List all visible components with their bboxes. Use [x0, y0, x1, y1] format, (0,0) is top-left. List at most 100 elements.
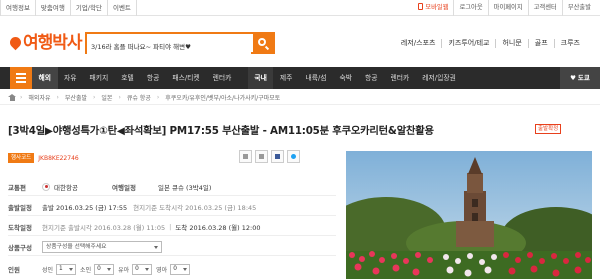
row-people: 인원 성인 1 소인 0 유아 0 영아 0 — [8, 260, 336, 278]
menu-icon-line — [16, 81, 26, 83]
nav-lodging[interactable]: 숙박 — [333, 67, 359, 89]
nav-domestic[interactable]: 국내 — [247, 67, 274, 89]
top-link-mypage[interactable]: 마이페이지 — [487, 0, 528, 16]
departure-confirmed-badge: 출발확정 — [535, 124, 562, 134]
cat-leisure-sports[interactable]: 레저/스포츠 — [395, 39, 442, 48]
option-label: 상품구성 — [8, 243, 32, 252]
adult-select[interactable]: 1 — [56, 263, 77, 275]
child-select[interactable]: 0 — [94, 263, 115, 275]
breadcrumb: › 해외자유 › 부산출발 › 일본 › 큐슈 항공 › 후쿠오카/유후인/벳부… — [0, 91, 600, 105]
airline-name: 대한항공 — [54, 183, 78, 192]
infant-label: 유아 — [118, 266, 130, 274]
cat-kids-tour[interactable]: 키즈투어/테교 — [441, 39, 495, 48]
product-photo — [346, 151, 592, 279]
divider: | — [169, 222, 172, 231]
nav-overseas[interactable]: 해외 — [32, 67, 58, 89]
transport-label: 교통편 — [8, 183, 26, 192]
email-icon[interactable] — [255, 150, 268, 163]
top-right-links: 모바일웹 로그아웃 마이페이지 고객센터 부산출발 — [413, 0, 596, 16]
depart-label: 출발일정 — [8, 203, 32, 212]
row-arrival: 도착일정 현지기준 출발시각 2016.03.28 (월) 11:05 | 도착… — [8, 218, 336, 236]
nav-leisure-tickets[interactable]: 레저/입장권 — [416, 67, 463, 89]
search-input[interactable] — [87, 37, 251, 55]
top-left-links: 여행정보 맞춤여행 기업/학단 이벤트 — [0, 0, 137, 16]
nav-region-selector[interactable]: ♥ 도쿄 — [560, 67, 600, 89]
product-code-label: 행사코드 — [8, 153, 35, 163]
nav-hotel[interactable]: 호텔 — [115, 67, 141, 89]
baby-count: 영아 0 — [156, 263, 191, 275]
nav-flight[interactable]: 항공 — [140, 67, 166, 89]
row-departure: 출발일정 출발 2016.03.25 (금) 17:55 현지기준 도착시각 2… — [8, 198, 336, 216]
nav-jeju[interactable]: 제주 — [273, 67, 299, 89]
breadcrumb-item[interactable]: 후쿠오카/유후인/벳부/아소/나가사키/구마모토 — [159, 93, 286, 102]
logo-text: 여행박사 — [23, 33, 83, 53]
location-pin-icon — [7, 34, 24, 51]
breadcrumb-item[interactable]: 해외자유 — [22, 93, 56, 102]
nav-domestic-rentcar[interactable]: 렌터카 — [384, 67, 416, 89]
top-link-custom-travel[interactable]: 맞춤여행 — [36, 0, 71, 16]
baby-label: 영아 — [156, 266, 168, 274]
airline-value: 대한항공 — [42, 182, 112, 192]
product-code: 행사코드 JKB8KE22746 — [8, 152, 79, 164]
top-link-event[interactable]: 이벤트 — [108, 0, 137, 16]
top-utility-bar: 여행정보 맞춤여행 기업/학단 이벤트 모바일웹 로그아웃 마이페이지 고객센터… — [0, 0, 600, 16]
itinerary-label: 여행일정 — [112, 183, 136, 192]
adult-label: 성인 — [42, 266, 54, 274]
nav-domestic-flight[interactable]: 항공 — [359, 67, 385, 89]
child-label: 소인 — [80, 266, 92, 274]
nav-package[interactable]: 패키지 — [83, 67, 115, 89]
nav-free[interactable]: 자유 — [58, 67, 84, 89]
depart-local: 현지기준 도착시각 2016.03.25 (금) 18:45 — [133, 203, 257, 212]
cat-golf[interactable]: 골프 — [527, 39, 554, 48]
share-icons — [236, 150, 300, 163]
nav-region-label: 도쿄 — [577, 74, 590, 82]
search-button[interactable] — [253, 34, 273, 52]
mobile-icon — [418, 3, 424, 10]
product-title: [3박4일▶야행성특가①탄◀좌석확보] PM17:55 부산출발 - AM11:… — [8, 125, 434, 137]
tulip-garden-image — [346, 151, 592, 279]
top-link-mobile[interactable]: 모바일웹 — [413, 0, 453, 16]
row-transport: 교통편 대한항공 여행일정 일본 큐슈 (3박4일) — [8, 178, 336, 196]
cat-cruise[interactable]: 크루즈 — [553, 39, 586, 48]
print-icon[interactable] — [239, 150, 252, 163]
breadcrumb-item[interactable]: 일본 — [95, 93, 118, 102]
menu-button[interactable] — [10, 67, 32, 89]
site-logo[interactable]: 여행박사 — [7, 28, 83, 53]
search-icon — [258, 38, 266, 46]
top-link-corporate[interactable]: 기업/학단 — [71, 0, 108, 16]
itinerary-value: 일본 큐슈 (3박4일) — [158, 183, 212, 192]
nav-items: 해외 자유 패키지 호텔 항공 패스/티켓 렌터카 국내 제주 내륙/섬 숙박 … — [32, 67, 462, 89]
home-icon[interactable] — [8, 94, 16, 101]
arrive-local: 현지기준 출발시각 2016.03.28 (월) 11:05 — [42, 223, 166, 232]
arrive-label: 도착일정 — [8, 223, 32, 232]
infant-count: 유아 0 — [118, 263, 153, 275]
search-box — [85, 32, 275, 55]
product-code-value: JKB8KE22746 — [38, 154, 79, 162]
arrive-value: 도착 2016.03.28 (월) 12:00 — [175, 223, 261, 232]
facebook-icon[interactable] — [271, 150, 284, 163]
people-label: 인원 — [8, 266, 20, 274]
twitter-icon[interactable] — [287, 150, 300, 163]
nav-rentcar[interactable]: 렌터카 — [206, 67, 238, 89]
nav-inland[interactable]: 내륙/섬 — [299, 67, 333, 89]
korea-flag-icon — [42, 182, 50, 191]
child-count: 소인 0 — [80, 263, 115, 275]
top-link-customer-center[interactable]: 고객센터 — [527, 0, 562, 16]
option-select[interactable]: 상품구성을 선택해주세요 — [42, 240, 162, 253]
top-link-logout[interactable]: 로그아웃 — [453, 0, 487, 16]
baby-select[interactable]: 0 — [170, 263, 191, 275]
menu-icon — [16, 73, 26, 75]
adult-count: 성인 1 — [42, 263, 77, 275]
breadcrumb-item[interactable]: 큐슈 항공 — [121, 93, 157, 102]
nav-pass-ticket[interactable]: 패스/티켓 — [166, 67, 206, 89]
heart-icon: ♥ — [570, 74, 576, 82]
top-link-travel-info[interactable]: 여행정보 — [0, 0, 36, 16]
row-option: 상품구성 상품구성을 선택해주세요 — [8, 238, 336, 256]
cat-honeymoon[interactable]: 허니문 — [495, 39, 527, 48]
depart-value: 출발 2016.03.25 (금) 17:55 — [42, 203, 128, 212]
main-nav: 해외 자유 패키지 호텔 항공 패스/티켓 렌터카 국내 제주 내륙/섬 숙박 … — [0, 67, 600, 89]
breadcrumb-item[interactable]: 부산출발 — [59, 93, 93, 102]
infant-select[interactable]: 0 — [132, 263, 153, 275]
menu-icon-line — [16, 77, 26, 79]
top-link-busan-departure[interactable]: 부산출발 — [561, 0, 596, 16]
